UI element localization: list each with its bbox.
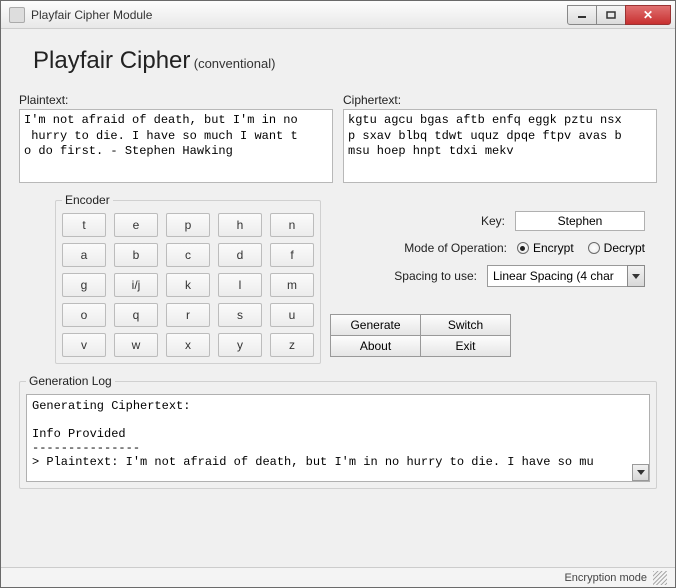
- resize-grip-icon[interactable]: [653, 571, 667, 585]
- decrypt-radio[interactable]: Decrypt: [588, 241, 645, 255]
- encoder-cell[interactable]: i/j: [114, 273, 158, 297]
- page-subtitle: (conventional): [194, 56, 276, 71]
- plaintext-input[interactable]: I'm not afraid of death, but I'm in no h…: [19, 109, 333, 183]
- maximize-button[interactable]: [596, 5, 626, 25]
- encoder-cell[interactable]: f: [270, 243, 314, 267]
- encoder-cell[interactable]: m: [270, 273, 314, 297]
- encoder-cell[interactable]: y: [218, 333, 262, 357]
- scroll-down-icon[interactable]: [632, 464, 649, 481]
- encoder-cell[interactable]: a: [62, 243, 106, 267]
- log-output[interactable]: Generating Ciphertext: Info Provided ---…: [26, 394, 650, 482]
- encrypt-radio[interactable]: Encrypt: [517, 241, 574, 255]
- encoder-cell[interactable]: g: [62, 273, 106, 297]
- generate-button[interactable]: Generate: [330, 314, 421, 336]
- encoder-cell[interactable]: h: [218, 213, 262, 237]
- window-controls: ✕: [568, 5, 671, 25]
- encoder-cell[interactable]: k: [166, 273, 210, 297]
- content-area: Playfair Cipher (conventional) Plaintext…: [1, 29, 675, 567]
- encoder-cell[interactable]: n: [270, 213, 314, 237]
- key-input[interactable]: [515, 211, 645, 231]
- window-title: Playfair Cipher Module: [31, 8, 568, 22]
- encoder-cell[interactable]: t: [62, 213, 106, 237]
- exit-button[interactable]: Exit: [420, 335, 511, 357]
- titlebar[interactable]: Playfair Cipher Module ✕: [1, 1, 675, 29]
- spacing-label: Spacing to use:: [394, 269, 477, 283]
- encoder-cell[interactable]: o: [62, 303, 106, 327]
- plaintext-label: Plaintext:: [19, 93, 333, 107]
- spacing-value: Linear Spacing (4 char: [487, 265, 627, 287]
- encoder-cell[interactable]: l: [218, 273, 262, 297]
- spacing-combo[interactable]: Linear Spacing (4 char: [487, 265, 645, 287]
- log-group: Generation Log Generating Ciphertext: In…: [19, 374, 657, 489]
- encoder-cell[interactable]: c: [166, 243, 210, 267]
- encoder-cell[interactable]: u: [270, 303, 314, 327]
- encoder-cell[interactable]: b: [114, 243, 158, 267]
- encoder-cell[interactable]: d: [218, 243, 262, 267]
- key-label: Key:: [481, 214, 505, 228]
- status-text: Encryption mode: [564, 572, 647, 584]
- encoder-cell[interactable]: s: [218, 303, 262, 327]
- mode-label: Mode of Operation:: [404, 241, 507, 255]
- ciphertext-label: Ciphertext:: [343, 93, 657, 107]
- encoder-cell[interactable]: q: [114, 303, 158, 327]
- encoder-cell[interactable]: p: [166, 213, 210, 237]
- mode-radio-group: Encrypt Decrypt: [517, 241, 645, 255]
- app-icon: [9, 7, 25, 23]
- about-button[interactable]: About: [330, 335, 421, 357]
- close-button[interactable]: ✕: [625, 5, 671, 25]
- ciphertext-input[interactable]: kgtu agcu bgas aftb enfq eggk pztu nsx p…: [343, 109, 657, 183]
- action-buttons: Generate Switch About Exit: [331, 315, 645, 357]
- encoder-group: Encoder tephn abcdf g i/j klm oqrsu vwxyz: [55, 193, 321, 364]
- switch-button[interactable]: Switch: [420, 314, 511, 336]
- encoder-cell[interactable]: z: [270, 333, 314, 357]
- radio-dot-icon: [588, 242, 600, 254]
- plaintext-panel: Plaintext: I'm not afraid of death, but …: [19, 93, 333, 183]
- encoder-label: Encoder: [62, 193, 113, 207]
- app-window: Playfair Cipher Module ✕ Playfair Cipher…: [0, 0, 676, 588]
- encoder-grid: tephn abcdf g i/j klm oqrsu vwxyz: [62, 213, 314, 357]
- encoder-cell[interactable]: v: [62, 333, 106, 357]
- page-header: Playfair Cipher (conventional): [19, 41, 657, 93]
- encoder-cell[interactable]: w: [114, 333, 158, 357]
- encoder-cell[interactable]: r: [166, 303, 210, 327]
- log-label: Generation Log: [26, 374, 115, 388]
- encoder-cell[interactable]: x: [166, 333, 210, 357]
- encoder-cell[interactable]: e: [114, 213, 158, 237]
- minimize-button[interactable]: [567, 5, 597, 25]
- ciphertext-panel: Ciphertext: kgtu agcu bgas aftb enfq egg…: [343, 93, 657, 183]
- statusbar: Encryption mode: [1, 567, 675, 587]
- controls-panel: Key: Mode of Operation: Encrypt Decrypt: [331, 193, 657, 364]
- radio-dot-icon: [517, 242, 529, 254]
- chevron-down-icon[interactable]: [627, 265, 645, 287]
- page-title: Playfair Cipher: [33, 47, 190, 74]
